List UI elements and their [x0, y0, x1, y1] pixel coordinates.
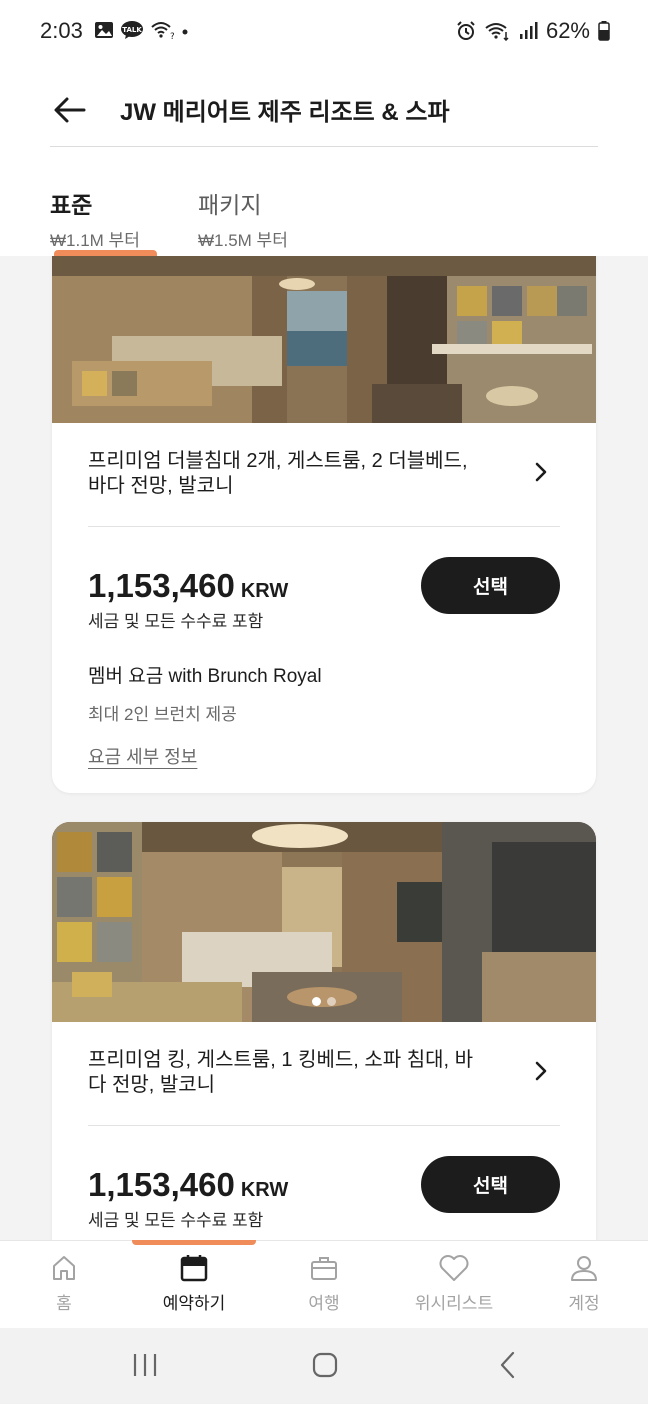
- chevron-right-icon[interactable]: [530, 461, 552, 483]
- notification-dot-icon: [182, 29, 188, 35]
- tab-package-label: 패키지: [198, 192, 262, 218]
- nav-account[interactable]: 계정: [524, 1253, 644, 1314]
- select-button[interactable]: 선택: [421, 1156, 560, 1213]
- nav-booking[interactable]: 예약하기: [134, 1253, 254, 1314]
- price-currency: KRW: [240, 580, 289, 602]
- chevron-right-icon[interactable]: [530, 1060, 552, 1082]
- tax-note: 세금 및 모든 수수료 포함: [88, 612, 264, 631]
- rate-description: 최대 2인 브런치 제공: [88, 705, 237, 724]
- system-back-icon[interactable]: [494, 1350, 524, 1380]
- tax-note: 세금 및 모든 수수료 포함: [88, 1211, 264, 1230]
- bottom-nav: 홈 예약하기 여행 위시리스트 계정: [0, 1240, 648, 1329]
- price-row: 1,153,460 KRW 세금 및 모든 수수료 포함 선택: [88, 1126, 560, 1240]
- room-name-row[interactable]: 프리미엄 더블침대 2개, 게스트룸, 2 더블베드, 바다 전망, 발코니: [88, 423, 560, 527]
- nav-trips-label: 여행: [308, 1294, 340, 1313]
- room-price: 1,153,460 KRW: [88, 1166, 288, 1204]
- nav-wishlist-label: 위시리스트: [414, 1294, 494, 1313]
- room-photo-image: [52, 256, 596, 423]
- rate-name: 멤버 요금 with Brunch Royal: [88, 666, 322, 687]
- system-nav-bar: [0, 1328, 648, 1404]
- room-price: 1,153,460 KRW: [88, 567, 288, 605]
- nav-active-indicator: [132, 1240, 256, 1245]
- svg-text:?: ?: [170, 32, 174, 40]
- talk-icon: TALK: [121, 21, 143, 39]
- calendar-icon: [180, 1255, 208, 1282]
- suitcase-icon: [311, 1257, 337, 1280]
- back-button[interactable]: [50, 90, 90, 130]
- nav-trips[interactable]: 여행: [264, 1253, 384, 1314]
- wifi-icon: [485, 23, 509, 41]
- back-arrow-icon: [54, 97, 86, 123]
- room-card: 프리미엄 킹, 게스트룸, 1 킹베드, 소파 침대, 바다 전망, 발코니 1…: [52, 822, 596, 1240]
- battery-icon: [598, 21, 610, 41]
- room-photo-carousel[interactable]: [52, 822, 596, 1022]
- signal-icon: [519, 22, 538, 39]
- price-amount: 1,153,460: [88, 567, 235, 604]
- room-list[interactable]: 프리미엄 더블침대 2개, 게스트룸, 2 더블베드, 바다 전망, 발코니 1…: [0, 256, 648, 1240]
- rate-details-link[interactable]: 요금 세부 정보: [88, 743, 197, 769]
- status-bar: 2:03 TALK ? 62%: [0, 0, 648, 64]
- tab-standard-label: 표준: [50, 192, 93, 218]
- room-card: 프리미엄 더블침대 2개, 게스트룸, 2 더블베드, 바다 전망, 발코니 1…: [52, 256, 596, 793]
- carousel-dot-active: [312, 997, 321, 1006]
- tab-package[interactable]: 패키지 ₩1.5M 부터: [198, 186, 288, 251]
- home-icon: [53, 1256, 75, 1280]
- nav-wishlist[interactable]: 위시리스트: [394, 1253, 514, 1314]
- select-button[interactable]: 선택: [421, 557, 560, 614]
- wifi-question-icon: ?: [151, 22, 174, 40]
- room-name: 프리미엄 킹, 게스트룸, 1 킹베드, 소파 침대, 바다 전망, 발코니: [88, 1049, 474, 1096]
- nav-home[interactable]: 홈: [4, 1253, 124, 1314]
- room-name: 프리미엄 더블침대 2개, 게스트룸, 2 더블베드, 바다 전망, 발코니: [88, 450, 468, 497]
- person-icon: [571, 1256, 597, 1281]
- price-amount: 1,153,460: [88, 1166, 235, 1203]
- hotel-title: JW 메리어트 제주 리조트 & 스파: [120, 99, 450, 126]
- tab-standard[interactable]: 표준 ₩1.1M 부터: [50, 186, 140, 251]
- price-currency: KRW: [240, 1179, 289, 1201]
- carousel-dot: [327, 997, 336, 1006]
- carousel-dots: [312, 997, 336, 1006]
- status-time: 2:03: [40, 18, 83, 43]
- nav-home-label: 홈: [56, 1294, 72, 1313]
- header: JW 메리어트 제주 리조트 & 스파 표준 ₩1.1M 부터 패키지 ₩1.5…: [0, 64, 648, 256]
- home-button-icon[interactable]: [310, 1350, 340, 1380]
- header-divider: [50, 146, 598, 147]
- room-name-row[interactable]: 프리미엄 킹, 게스트룸, 1 킹베드, 소파 침대, 바다 전망, 발코니: [88, 1022, 560, 1126]
- heart-icon: [439, 1255, 469, 1281]
- svg-text:TALK: TALK: [122, 26, 142, 34]
- nav-booking-label: 예약하기: [162, 1294, 226, 1313]
- nav-account-label: 계정: [568, 1294, 600, 1313]
- room-photo[interactable]: [52, 256, 596, 423]
- tab-standard-price: ₩1.1M 부터: [50, 231, 140, 250]
- tab-package-price: ₩1.5M 부터: [198, 231, 288, 250]
- recent-apps-icon[interactable]: [130, 1350, 160, 1380]
- gallery-icon: [95, 22, 113, 38]
- alarm-icon: [457, 21, 475, 40]
- price-row: 1,153,460 KRW 세금 및 모든 수수료 포함 선택: [88, 527, 560, 647]
- battery-percent: 62%: [545, 18, 590, 43]
- room-photo-image: [52, 822, 596, 1022]
